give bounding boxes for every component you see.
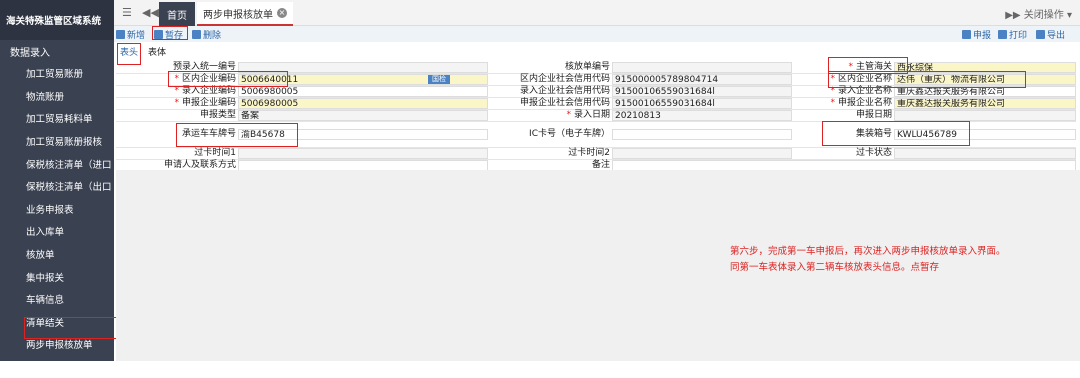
declare-label: 申报 — [973, 30, 992, 41]
release-no-field — [612, 62, 792, 73]
ic-card-field[interactable] — [612, 129, 792, 140]
delete-label: 删除 — [203, 30, 222, 41]
highlight-plate-no — [176, 123, 298, 147]
sidebar-item-ledger-verification[interactable]: 加工贸易账册报核 — [0, 130, 114, 153]
pass-time-2-field — [612, 148, 792, 159]
form-row: 过卡时间1 过卡时间2 过卡状态 — [116, 148, 1076, 160]
sidebar-header-data-entry[interactable]: 数据录入 — [0, 40, 114, 62]
sidebar-item-release-authorization[interactable]: 核放单调取授权 — [0, 356, 114, 378]
add-icon — [116, 29, 125, 39]
app-title: 海关特殊监管区域系统 — [0, 0, 114, 40]
export-label: 导出 — [1047, 30, 1066, 41]
sidebar-item-business-declaration[interactable]: 业务申报表 — [0, 198, 114, 221]
sidebar-item-warehouse-slip[interactable]: 出入库单 — [0, 220, 114, 243]
double-left-icon[interactable]: ◀◀ — [142, 6, 159, 19]
sidebar-item-logistics-ledger[interactable]: 物流账册 — [0, 85, 114, 108]
inspection-button[interactable]: 国检 — [428, 75, 450, 84]
export-button[interactable]: 导出 — [1036, 28, 1066, 41]
delete-icon — [192, 29, 201, 39]
tab-label: 两步申报核放单 — [203, 9, 273, 21]
label-ic-card: IC卡号（电子车牌） — [529, 129, 610, 139]
declare-icon — [962, 29, 971, 39]
label-declare-credit-code: 申报企业社会信用代码 — [519, 98, 610, 108]
sub-tabs: 表头 表体 — [114, 42, 1080, 60]
entry-company-code-field[interactable]: 5006980005 — [238, 86, 488, 97]
entry-credit-code-field: 91500106559031684l — [612, 86, 792, 97]
chevron-down-icon: ▾ — [1066, 10, 1072, 21]
label-declare-company-name-text: 申报企业名称 — [837, 98, 892, 108]
highlight-zone-company-name — [828, 71, 1026, 88]
declare-date-field — [894, 110, 1076, 121]
declare-credit-code-field: 91500106559031684l — [612, 98, 792, 109]
export-icon — [1036, 29, 1045, 39]
label-pass-time-2: 过卡时间2 — [568, 148, 610, 158]
toolbar: 新增 暂存 删除 申报 打印 导出 — [114, 26, 1080, 42]
label-release-no: 核放单编号 — [564, 62, 610, 72]
close-operations[interactable]: ▶▶ 关闭操作 ▾ — [1005, 6, 1072, 21]
tab-body[interactable]: 表体 — [148, 45, 166, 58]
print-icon — [998, 29, 1007, 39]
sidebar-item-vehicle-info[interactable]: 车辆信息 — [0, 288, 114, 311]
highlight-temp-save — [152, 26, 188, 40]
sidebar: 海关特殊监管区域系统 数据录入 加工贸易账册 物流账册 加工贸易耗料单 加工贸易… — [0, 0, 114, 374]
new-button[interactable]: 新增 — [116, 28, 146, 41]
form-row: * 申报企业编码 5006980005 申报企业社会信用代码 9150010655… — [116, 98, 1076, 110]
pass-time-1-field — [238, 148, 488, 159]
highlight-container-no — [822, 121, 970, 146]
declare-company-name-field[interactable]: 重庆鑫达报关服务有限公司 — [894, 98, 1076, 109]
label-declare-type: 申报类型 — [199, 110, 236, 120]
entry-date-field: 20210813 — [612, 110, 792, 121]
sidebar-item-processing-trade-ledger[interactable]: 加工贸易账册 — [0, 62, 114, 85]
label-declare-date: 申报日期 — [855, 110, 892, 120]
label-declare-company-code: * 申报企业编码 — [174, 98, 236, 108]
instruction-note: 第六步，完成第一车申报后，再次进入两步申报核放单录入界面。 同第一车表体录入第二… — [730, 244, 1075, 276]
double-right-icon: ▶▶ — [1005, 10, 1024, 21]
tab-two-step-release[interactable]: 两步申报核放单 × — [197, 2, 293, 26]
sidebar-item-bonded-list-export[interactable]: 保税核注清单（出口 — [0, 175, 114, 198]
note-line-1: 第六步，完成第一车申报后，再次进入两步申报核放单录入界面。 — [730, 246, 1006, 257]
sidebar-item-release-slip[interactable]: 核放单 — [0, 243, 114, 266]
note-line-2: 同第一车表体录入第二辆车核放表头信息。点暂存 — [730, 262, 940, 273]
declare-button[interactable]: 申报 — [962, 28, 992, 41]
label-entry-company-code-text: 录入企业编码 — [181, 86, 236, 96]
sidebar-item-bonded-list-import[interactable]: 保税核注清单（进口 — [0, 152, 114, 175]
label-entry-date: * 录入日期 — [566, 110, 610, 120]
label-entry-credit-code: 录入企业社会信用代码 — [519, 86, 610, 96]
label-pass-time-1: 过卡时间1 — [194, 148, 236, 158]
declare-type-field: 备案 — [238, 110, 488, 121]
pass-status-field — [894, 148, 1076, 159]
label-entry-date-text: 录入日期 — [573, 110, 610, 120]
tab-home[interactable]: 首页 — [159, 2, 195, 26]
close-tab-icon[interactable]: × — [277, 8, 287, 18]
new-label: 新增 — [127, 30, 146, 41]
zone-credit-code-field: 915000005789804714 — [612, 74, 792, 85]
close-ops-label: 关闭操作 — [1023, 10, 1064, 21]
label-entry-company-code: * 录入企业编码 — [174, 86, 236, 96]
sidebar-item-centralized-declaration[interactable]: 集中报关 — [0, 265, 114, 288]
highlight-zone-company-code — [168, 71, 288, 87]
hamburger-icon[interactable]: ☰ — [122, 6, 132, 19]
label-pass-status: 过卡状态 — [855, 148, 892, 158]
label-declare-company-code-text: 申报企业编码 — [181, 98, 236, 108]
sidebar-item-material-consumption[interactable]: 加工贸易耗料单 — [0, 107, 114, 130]
print-label: 打印 — [1009, 30, 1028, 41]
print-button[interactable]: 打印 — [998, 28, 1028, 41]
label-declare-company-name: * 申报企业名称 — [830, 98, 892, 108]
delete-button[interactable]: 删除 — [192, 28, 222, 41]
declare-company-code-field[interactable]: 5006980005 — [238, 98, 488, 109]
top-bar: ☰ ◀◀ 首页 两步申报核放单 × ▶▶ 关闭操作 ▾ — [114, 0, 1080, 26]
label-zone-credit-code: 区内企业社会信用代码 — [519, 74, 610, 84]
